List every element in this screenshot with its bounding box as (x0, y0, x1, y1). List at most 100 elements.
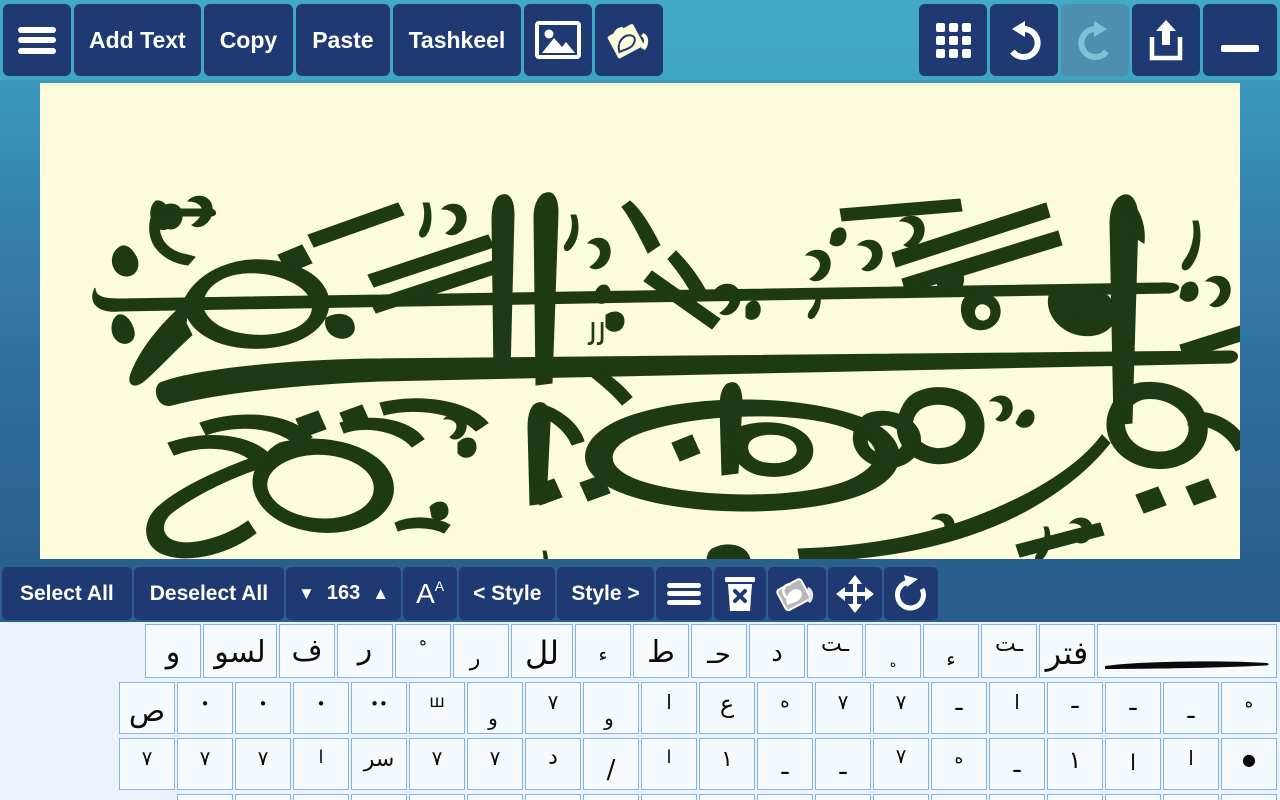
style-previous-button[interactable]: < Style (459, 567, 555, 620)
palette-glyph-cell[interactable]: ا (1163, 794, 1219, 800)
palette-glyph-cell[interactable]: ا (1105, 794, 1161, 800)
palette-glyph-cell[interactable]: ه (931, 738, 987, 790)
palette-glyph-cell[interactable]: د (525, 738, 581, 790)
palette-glyph-cell[interactable]: / (583, 738, 639, 790)
palette-glyph-cell[interactable]: ٧ (177, 738, 233, 790)
palette-glyph-cell[interactable]: ٧ (235, 738, 291, 790)
delete-button[interactable] (714, 567, 766, 620)
palette-glyph-cell[interactable]: ● (1221, 738, 1277, 790)
undo-button[interactable] (990, 4, 1058, 76)
glyph-palette[interactable]: ولسوفرهرللءطحـدـتهءـتفتر ص•••••шﻭ٧ﻭاعه٧٧… (0, 622, 1280, 800)
palette-glyph-cell[interactable]: حـ (691, 624, 747, 678)
palette-glyph-cell[interactable]: ـت (981, 624, 1037, 678)
palette-glyph-cell[interactable]: ع (699, 682, 755, 734)
fill-color-button[interactable] (595, 4, 663, 76)
palette-glyph-cell[interactable]: ـ (1047, 682, 1103, 734)
palette-glyph-cell[interactable]: سر (351, 738, 407, 790)
palette-glyph-cell[interactable]: • (293, 682, 349, 734)
palette-glyph-cell[interactable]: ﻭ (467, 682, 523, 734)
copy-button[interactable]: Copy (204, 4, 294, 76)
palette-glyph-cell[interactable]: ٧ (873, 682, 929, 734)
palette-glyph-cell[interactable]: ﻭ (583, 682, 639, 734)
palette-glyph-cell[interactable]: ص (119, 682, 175, 734)
palette-glyph-cell[interactable]: ه (395, 624, 451, 678)
palette-glyph-cell[interactable]: ه (865, 624, 921, 678)
menu-button[interactable] (3, 4, 71, 76)
palette-glyph-cell[interactable]: • (235, 682, 291, 734)
glyph-index-stepper[interactable]: ▼ 163 ▲ (286, 567, 401, 620)
palette-glyph-cell[interactable]: ف (279, 624, 335, 678)
fill-color-button-bottom[interactable] (768, 567, 826, 620)
palette-glyph-cell[interactable]: ـ (931, 682, 987, 734)
palette-glyph-cell[interactable]: ـ (1163, 682, 1219, 734)
palette-glyph-cell[interactable]: ا (467, 794, 523, 800)
lines-menu-button[interactable] (656, 567, 712, 620)
palette-glyph-cell[interactable]: ا (583, 794, 639, 800)
palette-glyph-cell[interactable]: ا (177, 794, 233, 800)
palette-glyph-cell[interactable]: ا (235, 794, 291, 800)
palette-glyph-cell[interactable]: ١ (1047, 738, 1103, 790)
palette-glyph-cell[interactable]: ء (923, 624, 979, 678)
font-size-button[interactable]: A A (403, 567, 457, 620)
palette-glyph-cell[interactable]: ا (699, 794, 755, 800)
palette-glyph-cell[interactable]: ر (453, 624, 509, 678)
redo-button[interactable] (1061, 4, 1129, 76)
palette-glyph-cell[interactable]: ٧ (119, 738, 175, 790)
palette-glyph-cell[interactable]: ٧ (409, 738, 465, 790)
palette-glyph-cell[interactable]: ш (409, 682, 465, 734)
palette-glyph-cell[interactable]: ا (757, 794, 813, 800)
palette-glyph-cell[interactable]: ـ (815, 738, 871, 790)
insert-image-button[interactable] (524, 4, 592, 76)
palette-glyph-cell[interactable]: ا (641, 682, 697, 734)
palette-glyph-cell[interactable]: ١ (699, 738, 755, 790)
palette-glyph-cell[interactable]: ا (1047, 794, 1103, 800)
palette-glyph-cell[interactable]: و (145, 624, 201, 678)
palette-glyph-cell[interactable]: ه (757, 682, 813, 734)
palette-glyph-cell[interactable]: ٧ (467, 738, 523, 790)
palette-glyph-cell[interactable]: ا (1105, 738, 1161, 790)
palette-glyph-cell[interactable]: ا (293, 794, 349, 800)
palette-glyph-cell[interactable]: • (177, 682, 233, 734)
palette-glyph-cell[interactable]: ا (351, 794, 407, 800)
palette-glyph-cell[interactable]: ء (575, 624, 631, 678)
palette-glyph-cell[interactable]: ا (1163, 738, 1219, 790)
palette-glyph-cell[interactable]: ا (873, 794, 929, 800)
palette-glyph-cell[interactable] (1097, 624, 1277, 678)
palette-glyph-cell[interactable]: لسو (203, 624, 277, 678)
stepper-up-icon[interactable]: ▲ (372, 584, 389, 604)
palette-glyph-cell[interactable]: ٧ (525, 682, 581, 734)
palette-glyph-cell[interactable]: •• (351, 682, 407, 734)
minimize-button[interactable] (1203, 4, 1277, 76)
palette-glyph-cell[interactable]: ر (337, 624, 393, 678)
palette-glyph-cell[interactable]: د (749, 624, 805, 678)
palette-glyph-cell[interactable]: ا (931, 794, 987, 800)
palette-glyph-cell[interactable]: ا (1221, 794, 1277, 800)
paste-button[interactable]: Paste (296, 4, 389, 76)
palette-glyph-cell[interactable]: لل (511, 624, 573, 678)
palette-glyph-cell[interactable]: فتر (1039, 624, 1095, 678)
palette-glyph-cell[interactable]: ـ (989, 738, 1045, 790)
tashkeel-button[interactable]: Tashkeel (393, 4, 522, 76)
palette-glyph-cell[interactable]: ا (293, 738, 349, 790)
palette-glyph-cell[interactable]: ا (409, 794, 465, 800)
palette-glyph-cell[interactable]: ـ (757, 738, 813, 790)
palette-glyph-cell[interactable]: ه (1221, 682, 1277, 734)
deselect-all-button[interactable]: Deselect All (134, 567, 284, 620)
palette-glyph-cell[interactable]: ٧ (873, 738, 929, 790)
palette-glyph-cell[interactable]: ا (525, 794, 581, 800)
style-next-button[interactable]: Style > (557, 567, 653, 620)
stepper-down-icon[interactable]: ▼ (298, 584, 315, 604)
palette-glyph-cell[interactable]: ا (641, 738, 697, 790)
add-text-button[interactable]: Add Text (74, 4, 201, 76)
grid-button[interactable] (919, 4, 987, 76)
palette-glyph-cell[interactable]: ـ (1105, 682, 1161, 734)
palette-glyph-cell[interactable]: ا (641, 794, 697, 800)
select-all-button[interactable]: Select All (2, 567, 132, 620)
palette-glyph-cell[interactable]: ا (989, 794, 1045, 800)
palette-glyph-cell[interactable]: ا (989, 682, 1045, 734)
rotate-button[interactable] (884, 567, 938, 620)
calligraphy-canvas[interactable]: ﻟﻟ (40, 83, 1240, 559)
palette-glyph-cell[interactable]: ٧ (815, 682, 871, 734)
palette-glyph-cell[interactable]: ط (633, 624, 689, 678)
palette-glyph-cell[interactable]: ـت (807, 624, 863, 678)
